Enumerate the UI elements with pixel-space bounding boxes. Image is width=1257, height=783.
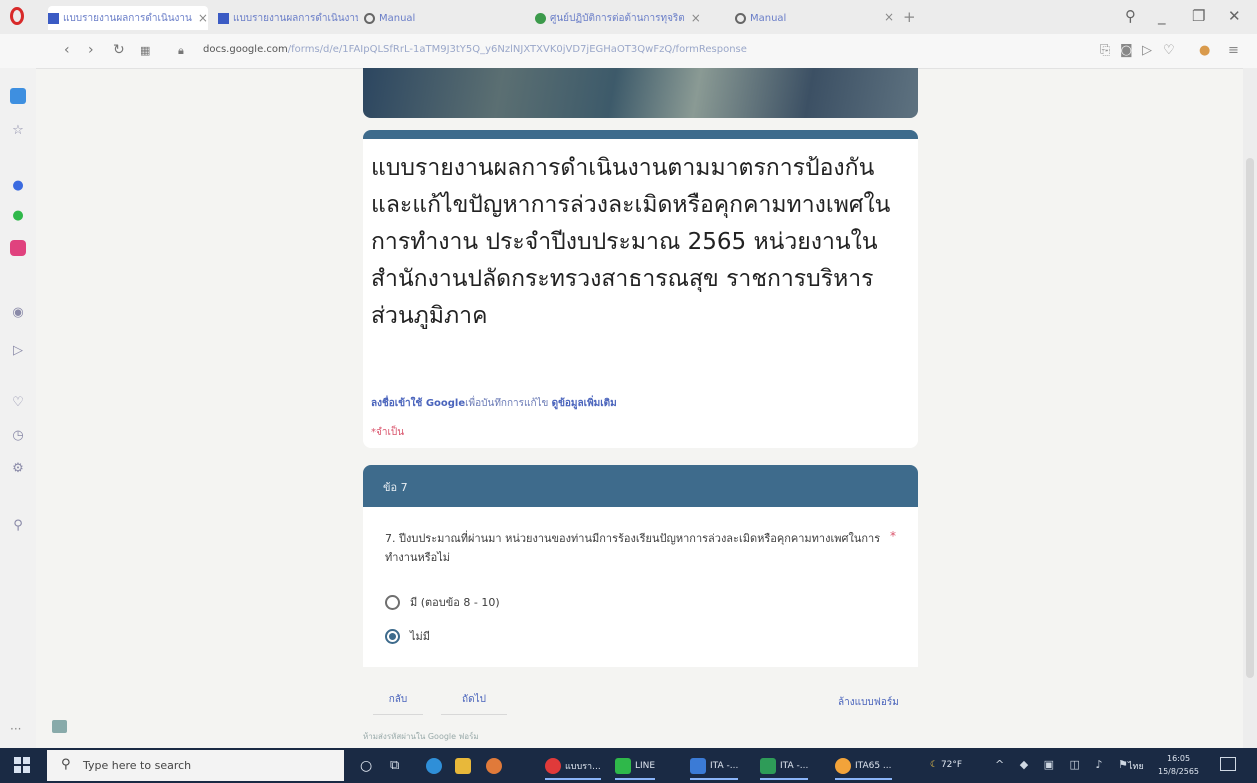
search-icon: ⚲: [61, 757, 71, 772]
player-icon[interactable]: ◉: [10, 305, 26, 321]
search-tabs-icon[interactable]: ⚲: [1125, 7, 1136, 25]
sidebar-home-icon[interactable]: [10, 88, 26, 104]
language-indicator[interactable]: ไทย: [1128, 759, 1144, 773]
new-tab-button[interactable]: +: [903, 8, 916, 26]
close-tab-icon[interactable]: ×: [198, 11, 208, 25]
taskbar-app-opera[interactable]: แบบรา...: [545, 753, 601, 780]
menu-icon[interactable]: ≡: [1228, 43, 1239, 58]
radio-button-selected[interactable]: [385, 628, 400, 644]
heart-icon[interactable]: ♡: [10, 395, 26, 411]
url-field[interactable]: docs.google.com/forms/d/e/1FAIpQLSfRrL-1…: [203, 44, 747, 55]
form-doc-icon: [218, 12, 229, 24]
edge-icon[interactable]: [426, 753, 446, 778]
tab-center[interactable]: ศูนย์ปฏิบัติการต่อต้านการทุจริต ×: [535, 6, 725, 30]
form-header-image: [363, 68, 918, 118]
tab-form-1[interactable]: แบบรายงานผลการดำเนินงาน ×: [48, 6, 208, 30]
radio-button[interactable]: [385, 594, 400, 610]
opera-logo-icon[interactable]: [10, 7, 24, 25]
next-button[interactable]: ถัดไป: [441, 686, 507, 715]
form-title: แบบรายงานผลการดำเนินงานตามมาตรการป้องกัน…: [371, 155, 891, 329]
taskbar-search[interactable]: ⚲ Type here to search: [47, 750, 344, 781]
tab-form-2[interactable]: แบบรายงานผลการดำเนินงาน ×: [218, 6, 358, 30]
more-icon[interactable]: ···: [10, 722, 21, 736]
question-text: 7. ปีงบประมาณที่ผ่านมา หน่วยงานของท่านมี…: [385, 532, 881, 564]
gear-icon: [535, 12, 546, 24]
reload-icon[interactable]: ↻: [113, 42, 125, 58]
opera-icon: [545, 757, 561, 774]
signin-note: ลงชื่อเข้าใช้ Googleเพื่อบันทึกการแก้ไข …: [371, 398, 617, 409]
minimize-icon[interactable]: _: [1158, 7, 1166, 25]
settings-icon[interactable]: ⚙: [10, 461, 26, 477]
question-card: 7. ปีงบประมาณที่ผ่านมา หน่วยงานของท่านมี…: [363, 507, 918, 667]
back-button[interactable]: กลับ: [373, 686, 423, 715]
history-icon[interactable]: ◷: [10, 428, 26, 444]
messenger-icon[interactable]: ●: [10, 178, 26, 194]
pin-icon[interactable]: ⚲: [10, 518, 26, 534]
lock-icon: 🔒︎: [178, 44, 184, 57]
required-star: *: [890, 529, 896, 543]
send-icon[interactable]: ▷: [1142, 43, 1152, 58]
address-bar: ‹ › ↻ ▦ 🔒︎ docs.google.com/forms/d/e/1FA…: [0, 34, 1257, 69]
option-yes[interactable]: มี (ตอบข้อ 8 - 10): [385, 593, 500, 611]
task-view-icon[interactable]: ⧉: [390, 753, 399, 778]
section-title: ข้อ 7: [383, 481, 408, 494]
system-tray[interactable]: ^ ◆ ▣ ◫ ♪ ⚑: [995, 758, 1134, 771]
taskbar-app-ita-excel[interactable]: ITA -...: [760, 753, 809, 780]
windows-start-icon[interactable]: [14, 757, 30, 773]
tab-manual-2[interactable]: Manual: [735, 6, 885, 30]
form-doc-icon: [48, 12, 59, 24]
globe-icon: [735, 12, 746, 24]
camera-icon[interactable]: ◙: [1120, 43, 1133, 58]
section-header: ข้อ 7: [363, 465, 918, 507]
flow-icon[interactable]: ▷: [10, 343, 26, 359]
paint-icon[interactable]: [486, 753, 506, 778]
page-scrollbar[interactable]: [1243, 68, 1257, 748]
line-icon: [615, 757, 631, 774]
back-icon[interactable]: ‹: [64, 42, 70, 58]
whatsapp-icon[interactable]: ●: [10, 208, 26, 224]
globe-icon: [364, 12, 375, 24]
signin-link[interactable]: ลงชื่อเข้าใช้ Google: [371, 398, 465, 409]
chat-icon[interactable]: [52, 720, 67, 733]
close-window-icon[interactable]: ✕: [1228, 7, 1241, 25]
option-no[interactable]: ไม่มี: [385, 627, 430, 645]
tab-manual-1[interactable]: Manual: [364, 6, 524, 30]
profile-icon[interactable]: ●: [1199, 43, 1210, 58]
taskbar-app-line[interactable]: LINE: [615, 753, 656, 780]
excel-icon: [760, 757, 776, 774]
forward-icon[interactable]: ›: [88, 42, 94, 58]
taskbar-app-chrome[interactable]: ITA65 ...: [835, 753, 892, 780]
word-icon: [690, 757, 706, 774]
close-tab-icon[interactable]: ×: [691, 11, 701, 25]
taskbar-app-ita-word[interactable]: ITA -...: [690, 753, 739, 780]
footer-note: ห้ามส่งรหัสผ่านใน Google ฟอร์ม: [363, 732, 479, 741]
windows-taskbar: ⚲ Type here to search ○ ⧉ แบบรา... LINE …: [0, 748, 1257, 783]
weather-widget[interactable]: ☾ 72°F: [930, 760, 962, 770]
star-icon[interactable]: ☆: [10, 123, 26, 139]
learn-more-link[interactable]: ดูข้อมูลเพิ่มเติม: [552, 398, 617, 409]
snapshot-icon[interactable]: ⎘: [1100, 43, 1110, 58]
form-header-card: แบบรายงานผลการดำเนินงานตามมาตรการป้องกัน…: [363, 130, 918, 448]
taskbar-clock[interactable]: 16:05 15/8/2565: [1158, 752, 1199, 778]
chrome-icon: [835, 757, 851, 774]
instagram-icon[interactable]: [10, 240, 26, 256]
notification-icon[interactable]: [1220, 757, 1236, 771]
cortana-icon[interactable]: ○: [360, 753, 372, 778]
speed-dial-icon[interactable]: ▦: [140, 44, 150, 57]
opera-sidebar: ☆ ● ● ◉ ▷ ♡ ◷ ⚙ ⚲: [0, 68, 36, 748]
browser-tab-bar: แบบรายงานผลการดำเนินงาน × แบบรายงานผลการ…: [0, 0, 1257, 34]
required-note: *จำเป็น: [371, 427, 405, 438]
file-explorer-icon[interactable]: [455, 753, 475, 778]
restore-icon[interactable]: ❐: [1192, 7, 1205, 25]
close-tab-icon[interactable]: ×: [884, 10, 894, 24]
clear-form-button[interactable]: ล้างแบบฟอร์ม: [838, 695, 899, 710]
moon-icon: ☾: [930, 760, 939, 770]
heart-icon[interactable]: ♡: [1163, 43, 1175, 58]
